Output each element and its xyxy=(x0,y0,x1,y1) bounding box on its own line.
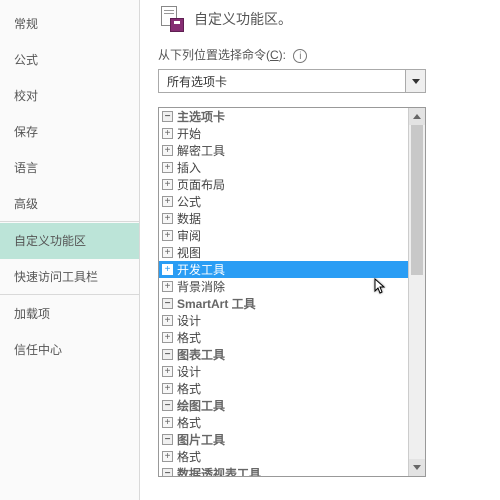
expand-icon[interactable]: + xyxy=(162,281,173,292)
list-group-header[interactable]: −数据透视表工具 xyxy=(159,465,408,476)
list-item[interactable]: + 格式 xyxy=(159,414,408,431)
sidebar-item-save[interactable]: 保存 xyxy=(0,114,139,150)
item-label: 审阅 xyxy=(177,227,201,244)
dropdown-selected-text: 所有选项卡 xyxy=(159,73,405,90)
scroll-up-button[interactable] xyxy=(409,108,425,125)
group-label: 图片工具 xyxy=(177,431,225,448)
collapse-icon[interactable]: − xyxy=(162,468,173,476)
sidebar-item-general[interactable]: 常规 xyxy=(0,6,139,42)
main-panel: 自定义功能区。 从下列位置选择命令(C): i 所有选项卡 −主选项卡+开始+解… xyxy=(140,0,500,500)
item-label: 解密工具 xyxy=(177,142,225,159)
item-label: 设计 xyxy=(177,363,201,380)
nav-sidebar: 常规 公式 校对 保存 语言 高级 自定义功能区 快速访问工具栏 加载项 信任中… xyxy=(0,0,140,500)
list-item[interactable]: + 设计 xyxy=(159,312,408,329)
collapse-icon[interactable]: − xyxy=(162,349,173,360)
help-icon[interactable]: i xyxy=(293,49,307,63)
expand-icon[interactable]: + xyxy=(162,179,173,190)
scroll-thumb[interactable] xyxy=(411,125,423,275)
list-item[interactable]: + 格式 xyxy=(159,380,408,397)
commands-from-dropdown[interactable]: 所有选项卡 xyxy=(158,69,426,93)
page-header: 自定义功能区。 xyxy=(158,6,496,32)
list-item[interactable]: + 页面布局 xyxy=(159,176,408,193)
list-item[interactable]: + 公式 xyxy=(159,193,408,210)
expand-icon[interactable]: + xyxy=(162,213,173,224)
chevron-up-icon xyxy=(413,114,421,119)
item-label: 格式 xyxy=(177,329,201,346)
item-label: 页面布局 xyxy=(177,176,225,193)
item-label: 开始 xyxy=(177,125,201,142)
chevron-down-icon xyxy=(413,465,421,470)
list-item[interactable]: + 开始 xyxy=(159,125,408,142)
expand-icon[interactable]: + xyxy=(162,145,173,156)
list-item[interactable]: + 格式 xyxy=(159,329,408,346)
list-item[interactable]: + 审阅 xyxy=(159,227,408,244)
collapse-icon[interactable]: − xyxy=(162,434,173,445)
group-label: 图表工具 xyxy=(177,346,225,363)
list-item[interactable]: + 插入 xyxy=(159,159,408,176)
sidebar-item-customize-ribbon[interactable]: 自定义功能区 xyxy=(0,223,139,259)
item-label: 格式 xyxy=(177,380,201,397)
sidebar-item-trust-center[interactable]: 信任中心 xyxy=(0,332,139,368)
item-label: 开发工具 xyxy=(177,261,225,278)
expand-icon[interactable]: + xyxy=(162,451,173,462)
expand-icon[interactable]: + xyxy=(162,162,173,173)
expand-icon[interactable]: + xyxy=(162,383,173,394)
list-item[interactable]: + 数据 xyxy=(159,210,408,227)
sidebar-item-advanced[interactable]: 高级 xyxy=(0,186,139,222)
expand-icon[interactable]: + xyxy=(162,247,173,258)
commands-listbox[interactable]: −主选项卡+开始+解密工具+插入+页面布局+公式+数据+审阅+视图+开发工具+背… xyxy=(158,107,426,477)
group-label: 主选项卡 xyxy=(177,108,225,125)
sidebar-item-formulas[interactable]: 公式 xyxy=(0,42,139,78)
expand-icon[interactable]: + xyxy=(162,366,173,377)
list-item[interactable]: + 解密工具 xyxy=(159,142,408,159)
collapse-icon[interactable]: − xyxy=(162,298,173,309)
collapse-icon[interactable]: − xyxy=(162,111,173,122)
dropdown-button[interactable] xyxy=(405,70,425,92)
choose-commands-label: 从下列位置选择命令(C): i xyxy=(158,46,496,63)
item-label: 公式 xyxy=(177,193,201,210)
list-item[interactable]: + 设计 xyxy=(159,363,408,380)
list-group-header[interactable]: −图表工具 xyxy=(159,346,408,363)
scrollbar[interactable] xyxy=(408,108,425,476)
page-title: 自定义功能区。 xyxy=(194,9,292,29)
item-label: 格式 xyxy=(177,448,201,465)
expand-icon[interactable]: + xyxy=(162,230,173,241)
chevron-down-icon xyxy=(412,79,420,84)
expand-icon[interactable]: + xyxy=(162,332,173,343)
collapse-icon[interactable]: − xyxy=(162,400,173,411)
list-group-header[interactable]: −SmartArt 工具 xyxy=(159,295,408,312)
list-item[interactable]: + 视图 xyxy=(159,244,408,261)
expand-icon[interactable]: + xyxy=(162,417,173,428)
group-label: 数据透视表工具 xyxy=(177,465,261,476)
expand-icon[interactable]: + xyxy=(162,315,173,326)
list-group-header[interactable]: −主选项卡 xyxy=(159,108,408,125)
item-label: 数据 xyxy=(177,210,201,227)
customize-ribbon-icon xyxy=(158,6,184,32)
list-item[interactable]: + 开发工具 xyxy=(159,261,408,278)
item-label: 插入 xyxy=(177,159,201,176)
expand-icon[interactable]: + xyxy=(162,264,173,275)
item-label: 背景消除 xyxy=(177,278,225,295)
list-group-header[interactable]: −绘图工具 xyxy=(159,397,408,414)
list-item[interactable]: + 背景消除 xyxy=(159,278,408,295)
sidebar-item-qat[interactable]: 快速访问工具栏 xyxy=(0,259,139,295)
scroll-down-button[interactable] xyxy=(409,459,425,476)
sidebar-item-proofing[interactable]: 校对 xyxy=(0,78,139,114)
list-item[interactable]: + 格式 xyxy=(159,448,408,465)
group-label: SmartArt 工具 xyxy=(177,295,256,312)
list-group-header[interactable]: −图片工具 xyxy=(159,431,408,448)
item-label: 设计 xyxy=(177,312,201,329)
group-label: 绘图工具 xyxy=(177,397,225,414)
item-label: 视图 xyxy=(177,244,201,261)
item-label: 格式 xyxy=(177,414,201,431)
expand-icon[interactable]: + xyxy=(162,196,173,207)
sidebar-item-addins[interactable]: 加载项 xyxy=(0,296,139,332)
sidebar-item-language[interactable]: 语言 xyxy=(0,150,139,186)
expand-icon[interactable]: + xyxy=(162,128,173,139)
